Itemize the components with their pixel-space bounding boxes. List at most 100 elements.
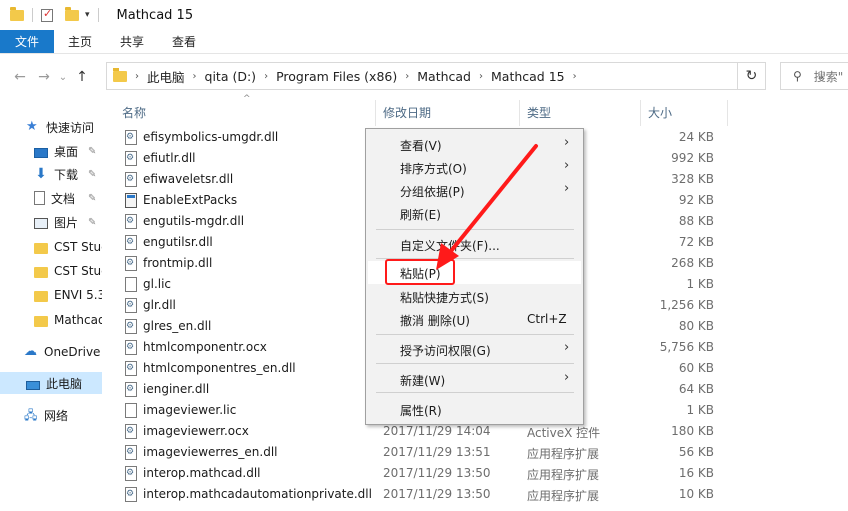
table-row[interactable]: interop.mathcad.dll 2017/11/29 13:50 应用程序扩… — [104, 463, 848, 484]
breadcrumb-separator[interactable]: › — [479, 71, 483, 82]
recent-locations-button[interactable]: ⌄ — [56, 72, 70, 83]
breadcrumb-program-files[interactable]: Program Files (x86) — [276, 69, 397, 84]
nav-label: 图片 — [54, 215, 79, 230]
column-divider[interactable] — [519, 100, 520, 126]
nav-item-desktop[interactable]: 桌面 ✎ — [0, 140, 102, 162]
column-label: 修改日期 — [383, 105, 432, 120]
quick-access-dropdown-icon[interactable]: ▾ — [85, 10, 90, 20]
properties-icon[interactable] — [41, 7, 53, 22]
menu-item-label: 刷新(E) — [400, 208, 441, 222]
breadcrumb-drive[interactable]: qita (D:) — [205, 69, 257, 84]
nav-item-folder[interactable]: Mathcad — [0, 309, 102, 331]
menu-separator — [376, 363, 574, 364]
nav-item-folder[interactable]: ENVI 5.3 — [0, 284, 102, 306]
up-button[interactable]: ↑ — [70, 69, 94, 85]
forward-button[interactable]: → — [32, 69, 56, 85]
nav-item-this-pc[interactable]: 此电脑 — [0, 372, 102, 394]
document-icon — [34, 191, 45, 205]
menu-item-group-by[interactable]: 分组依据(P) › — [368, 179, 581, 202]
column-divider[interactable] — [640, 100, 641, 126]
column-header-name[interactable]: 名称 — [122, 98, 374, 126]
menu-item-undo-delete[interactable]: 撤消 删除(U) Ctrl+Z — [368, 308, 581, 331]
tab-home[interactable]: 主页 — [54, 30, 106, 53]
breadcrumb-mathcad-15[interactable]: Mathcad 15 — [491, 69, 565, 84]
file-icon — [125, 277, 137, 292]
address-bar[interactable]: › 此电脑 › qita (D:) › Program Files (x86) … — [106, 62, 825, 90]
file-size: 60 KB — [678, 361, 714, 375]
tab-file[interactable]: 文件 — [0, 30, 55, 53]
nav-item-quick-access[interactable]: ★ 快速访问 — [0, 116, 102, 138]
new-folder-icon[interactable] — [65, 7, 79, 21]
file-name: efiwaveletsr.dll — [143, 172, 234, 186]
back-button[interactable]: ← — [8, 69, 32, 85]
menu-item-properties[interactable]: 属性(R) — [368, 398, 581, 421]
file-name: glr.dll — [143, 298, 176, 312]
dll-file-icon — [125, 487, 137, 502]
tab-share[interactable]: 共享 — [106, 30, 158, 53]
menu-item-sort-by[interactable]: 排序方式(O) › — [368, 156, 581, 179]
file-size: 1 KB — [686, 403, 714, 417]
file-size: 56 KB — [678, 445, 714, 459]
picture-icon — [34, 217, 48, 229]
folder-icon — [34, 266, 48, 278]
dll-file-icon — [125, 172, 137, 187]
file-size: 328 KB — [671, 172, 714, 186]
nav-item-onedrive[interactable]: ☁ OneDrive — [0, 341, 102, 363]
nav-item-folder[interactable]: CST Stuc — [0, 236, 102, 258]
search-box[interactable]: ⚲ 搜索" — [780, 62, 848, 90]
breadcrumb-separator[interactable]: › — [264, 71, 268, 82]
file-name: htmlcomponentr.ocx — [143, 340, 267, 354]
pin-icon: ✎ — [88, 216, 97, 228]
nav-item-pictures[interactable]: 图片 ✎ — [0, 211, 102, 233]
file-name: glres_en.dll — [143, 319, 212, 333]
breadcrumb-mathcad[interactable]: Mathcad — [417, 69, 471, 84]
menu-item-label: 撤消 删除(U) — [400, 314, 470, 328]
table-row[interactable]: imageviewerres_en.dll 2017/11/29 13:51 应用程… — [104, 442, 848, 463]
dll-file-icon — [125, 151, 137, 166]
table-row[interactable]: interop.mathcadautomationprivate.dll 2017… — [104, 484, 848, 505]
menu-item-new[interactable]: 新建(W) › — [368, 368, 581, 391]
column-header-date[interactable]: 修改日期 — [383, 98, 519, 126]
dll-file-icon — [125, 361, 137, 376]
folder-icon[interactable] — [10, 7, 24, 21]
refresh-button[interactable]: ↻ — [738, 62, 766, 90]
breadcrumb-separator[interactable]: › — [405, 71, 409, 82]
menu-item-refresh[interactable]: 刷新(E) — [368, 202, 581, 225]
menu-item-customize-folder[interactable]: 自定义文件夹(F)... — [368, 233, 581, 256]
column-header-type[interactable]: 类型 — [527, 98, 637, 126]
dll-file-icon — [125, 466, 137, 481]
desktop-icon — [34, 148, 48, 158]
pin-icon: ✎ — [88, 192, 97, 204]
search-input[interactable]: 搜索" — [814, 68, 844, 85]
nav-item-folder[interactable]: CST Stuc — [0, 260, 102, 282]
breadcrumb-separator[interactable]: › — [193, 71, 197, 82]
menu-separator — [376, 229, 574, 230]
dll-file-icon — [125, 319, 137, 334]
file-size: 64 KB — [678, 382, 714, 396]
nav-item-network[interactable]: 🖧 网络 — [0, 404, 102, 426]
menu-item-label: 分组依据(P) — [400, 185, 465, 199]
menu-item-paste-shortcut[interactable]: 粘贴快捷方式(S) — [368, 285, 581, 308]
title-bar: ▾ Mathcad 15 — [0, 0, 848, 30]
cloud-icon: ☁ — [24, 344, 37, 359]
menu-separator — [376, 392, 574, 393]
window-title: Mathcad 15 — [116, 7, 194, 23]
file-name: imageviewerres_en.dll — [143, 445, 278, 459]
nav-item-downloads[interactable]: ⬇ 下载 ✎ — [0, 163, 102, 185]
column-header-size[interactable]: 大小 — [648, 98, 728, 126]
file-type: 应用程序扩展 — [527, 489, 600, 503]
menu-item-label: 查看(V) — [400, 139, 442, 153]
nav-item-documents[interactable]: 文档 ✎ — [0, 187, 102, 209]
breadcrumb-separator[interactable]: › — [135, 71, 139, 82]
column-divider[interactable] — [727, 100, 728, 126]
menu-item-give-access[interactable]: 授予访问权限(G) › — [368, 338, 581, 361]
column-divider[interactable] — [375, 100, 376, 126]
file-date: 2017/11/29 13:50 — [383, 466, 491, 480]
breadcrumb-this-pc[interactable]: 此电脑 — [147, 67, 185, 86]
menu-item-label: 自定义文件夹(F)... — [400, 239, 500, 253]
chevron-right-icon: › — [564, 340, 570, 355]
tab-view[interactable]: 查看 — [158, 30, 210, 53]
breadcrumb-separator[interactable]: › — [573, 71, 577, 82]
file-name: efisymbolics-umgdr.dll — [143, 130, 279, 144]
menu-item-view[interactable]: 查看(V) › — [368, 133, 581, 156]
